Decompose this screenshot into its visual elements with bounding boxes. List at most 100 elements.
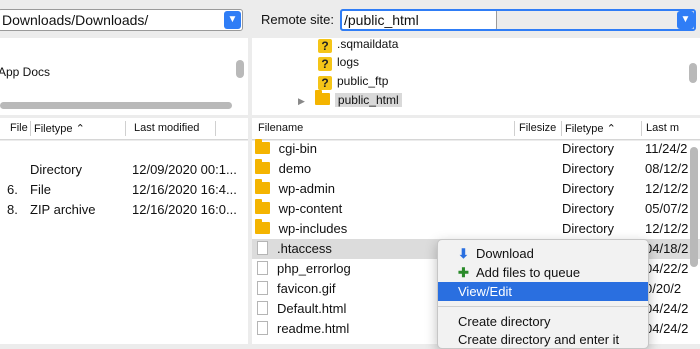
question-icon: ? bbox=[318, 39, 332, 53]
remote-list-vscrollbar[interactable] bbox=[690, 147, 698, 267]
file-type-cell: Directory bbox=[562, 221, 615, 236]
tree-item[interactable]: ? logs bbox=[318, 53, 359, 71]
add-to-queue-icon: ✚ bbox=[458, 265, 469, 280]
table-row[interactable]: wp-includes Directory 12/12/2 bbox=[252, 219, 700, 239]
menu-item-view-edit[interactable]: View/Edit bbox=[438, 282, 648, 301]
tree-item-label: logs bbox=[337, 55, 360, 69]
chevron-down-icon[interactable]: ▼ bbox=[677, 11, 694, 29]
expand-arrow-icon[interactable]: ▶ bbox=[298, 96, 305, 106]
file-name: wp-includes bbox=[278, 221, 348, 236]
local-file-list: Directory 12/09/2020 00:1... 6. File 12/… bbox=[0, 141, 248, 344]
table-row[interactable]: 6. File 12/16/2020 16:4... bbox=[0, 180, 248, 200]
local-site-path[interactable]: Downloads/Downloads/ bbox=[2, 12, 148, 28]
remote-site-bar: Remote site: /public_html ▼ bbox=[252, 0, 700, 38]
menu-item-create-directory[interactable]: Create directory bbox=[438, 312, 648, 331]
column-divider[interactable] bbox=[514, 121, 515, 136]
menu-item-label: Create directory and enter it bbox=[458, 332, 620, 347]
menu-item-label: Add files to queue bbox=[476, 265, 581, 280]
file-modified-cell: 04/18/2 bbox=[645, 241, 689, 256]
file-modified-cell: 04/24/2 bbox=[645, 301, 689, 316]
download-arrow-icon: ⬇ bbox=[458, 246, 469, 261]
table-row[interactable]: demo Directory 08/12/2 bbox=[252, 159, 700, 179]
file-modified-cell: 04/24/2 bbox=[645, 321, 689, 336]
sort-ascending-icon: ⌃ bbox=[75, 123, 85, 135]
tree-item-selected[interactable]: ▶ public_html bbox=[298, 90, 402, 109]
tree-item[interactable]: ? public_ftp bbox=[318, 72, 388, 90]
menu-item-download[interactable]: ⬇ Download bbox=[438, 244, 648, 263]
file-name: wp-content bbox=[278, 201, 343, 216]
chevron-down-icon[interactable]: ▼ bbox=[224, 11, 241, 29]
question-icon: ? bbox=[318, 57, 332, 71]
remote-list-header: Filename Filesize Filetype ⌃ Last m bbox=[252, 118, 700, 140]
file-name: php_errorlog bbox=[277, 261, 351, 276]
file-modified-cell: 0/20/2 bbox=[645, 281, 682, 296]
column-header-filetype[interactable]: Filetype ⌃ bbox=[34, 122, 85, 135]
tree-item[interactable]: ? .sqmaildata bbox=[318, 35, 398, 53]
file-type-cell: Directory bbox=[562, 181, 615, 196]
table-row[interactable]: wp-content Directory 05/07/2 bbox=[252, 199, 700, 219]
file-name-cell: readme.html bbox=[255, 319, 349, 339]
file-type-cell: File bbox=[30, 182, 51, 197]
column-divider[interactable] bbox=[641, 121, 642, 136]
folder-icon bbox=[255, 179, 270, 194]
column-header-filetype-label: Filetype bbox=[565, 123, 604, 135]
file-name-cell: php_errorlog bbox=[255, 259, 351, 279]
folder-icon bbox=[255, 159, 270, 174]
local-site-combobox[interactable]: Downloads/Downloads/ ▼ bbox=[0, 9, 243, 31]
file-name-cell: wp-admin bbox=[255, 179, 335, 199]
context-menu: ⬇ Download ✚ Add files to queue View/Edi… bbox=[437, 239, 649, 349]
column-header-filetype[interactable]: Filetype ⌃ bbox=[565, 122, 616, 135]
column-header-filetype-label: Filetype bbox=[34, 123, 73, 135]
remote-tree-pane: ? .sqmaildata ? logs ? public_ftp ▶ public_h… bbox=[252, 35, 700, 115]
column-header-filesize[interactable]: File bbox=[10, 122, 28, 134]
file-name: demo bbox=[278, 161, 312, 176]
menu-separator bbox=[438, 306, 648, 307]
tree-item-label: public_ftp bbox=[337, 74, 389, 88]
remote-site-label: Remote site: bbox=[261, 12, 334, 27]
column-header-filesize[interactable]: Filesize bbox=[519, 122, 556, 134]
file-type-cell: ZIP archive bbox=[30, 202, 96, 217]
local-list-header: File Filetype ⌃ Last modified bbox=[0, 118, 248, 140]
column-divider[interactable] bbox=[215, 121, 216, 136]
folder-icon bbox=[255, 199, 270, 214]
column-divider[interactable] bbox=[30, 121, 31, 136]
file-type-cell: Directory bbox=[562, 201, 615, 216]
column-divider[interactable] bbox=[561, 121, 562, 136]
file-name-cell: favicon.gif bbox=[255, 279, 336, 299]
tree-item[interactable]: App Docs bbox=[0, 63, 50, 81]
file-name-cell: wp-includes bbox=[255, 219, 347, 239]
file-type-cell: Directory bbox=[562, 141, 615, 156]
file-name: Default.html bbox=[277, 301, 347, 316]
file-name: cgi-bin bbox=[278, 141, 317, 156]
remote-site-focus-ring[interactable]: ▼ bbox=[340, 9, 696, 31]
table-row[interactable]: 8. ZIP archive 12/16/2020 16:0... bbox=[0, 200, 248, 220]
file-modified-cell: 08/12/2 bbox=[645, 161, 689, 176]
tree-item-label: App Docs bbox=[0, 65, 51, 79]
menu-item-label: Create directory bbox=[458, 314, 551, 329]
file-modified-cell: 12/12/2 bbox=[645, 181, 689, 196]
remote-tree-vscrollbar[interactable] bbox=[689, 63, 697, 83]
local-tree-vscrollbar[interactable] bbox=[236, 60, 244, 78]
column-header-last-modified[interactable]: Last modified bbox=[134, 122, 199, 134]
file-modified-cell: 12/16/2020 16:0... bbox=[132, 202, 237, 217]
column-header-last-modified[interactable]: Last m bbox=[646, 122, 679, 134]
table-row[interactable]: wp-admin Directory 12/12/2 bbox=[252, 179, 700, 199]
column-divider[interactable] bbox=[125, 121, 126, 136]
file-size-cell: 8. bbox=[7, 202, 18, 217]
folder-icon bbox=[314, 90, 330, 105]
local-tree-hscrollbar[interactable] bbox=[0, 102, 232, 109]
table-row[interactable]: Directory 12/09/2020 00:1... bbox=[0, 160, 248, 180]
file-icon bbox=[257, 301, 268, 315]
file-modified-cell: 04/22/2 bbox=[645, 261, 689, 276]
file-name-cell: .htaccess bbox=[255, 239, 332, 259]
file-modified-cell: 11/24/2 bbox=[645, 141, 688, 156]
tree-item-label: public_html bbox=[334, 93, 402, 107]
column-header-filename[interactable]: Filename bbox=[258, 122, 303, 134]
table-row[interactable]: cgi-bin Directory 11/24/2 bbox=[252, 139, 700, 159]
menu-item-create-directory-and-enter[interactable]: Create directory and enter it bbox=[438, 330, 648, 349]
file-modified-cell: 12/12/2 bbox=[645, 221, 689, 236]
file-type-cell: Directory bbox=[562, 161, 615, 176]
file-modified-cell: 12/09/2020 00:1... bbox=[132, 162, 237, 177]
menu-item-label: View/Edit bbox=[458, 284, 512, 299]
menu-item-add-files-to-queue[interactable]: ✚ Add files to queue bbox=[438, 263, 648, 282]
